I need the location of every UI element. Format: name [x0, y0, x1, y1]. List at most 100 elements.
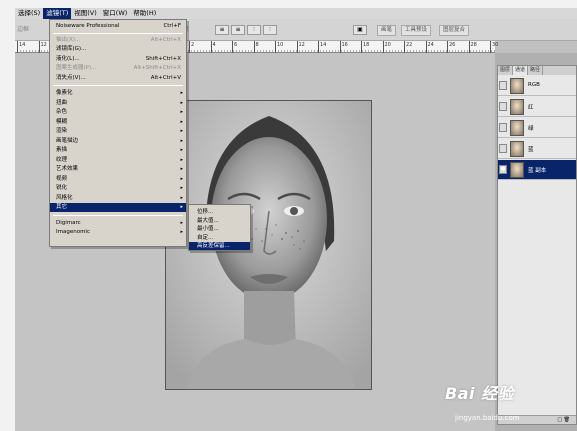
- menu-window[interactable]: 窗口(W): [100, 8, 131, 19]
- channel-thumbnail: [510, 120, 524, 136]
- menu-item-label: 纹理: [56, 156, 68, 163]
- menu-item-filter-category[interactable]: 视频 ▸: [50, 175, 186, 184]
- ruler-major-tick: [38, 41, 40, 53]
- menu-item-filter-category[interactable]: 渲染 ▸: [50, 127, 186, 136]
- distribute-h-icon[interactable]: ⫶: [263, 25, 277, 35]
- new-channel-icon[interactable]: □: [557, 417, 562, 423]
- channel-row[interactable]: ● 蓝 副本: [498, 160, 576, 180]
- channel-row[interactable]: RGB: [498, 76, 576, 96]
- ruler-major-tick: [253, 41, 255, 53]
- menu-item-filter-category[interactable]: 其它 ▸: [50, 203, 186, 212]
- submenu-arrow-icon: ▸: [180, 137, 183, 144]
- submenu-arrow-icon: ▸: [180, 99, 183, 106]
- palette-dock: 图层 通道 路径 RGB 红绿蓝 ● 蓝 副本 □ 🗑: [495, 53, 577, 431]
- tab-channels[interactable]: 通道: [513, 66, 529, 75]
- menu-item-filter-category[interactable]: 画笔描边 ▸: [50, 137, 186, 146]
- menu-item-filter-top[interactable]: 液化(L)... Shift+Ctrl+X: [50, 55, 186, 64]
- menu-select[interactable]: 选择(S): [15, 8, 43, 19]
- menu-item-other[interactable]: 自定...: [189, 234, 250, 242]
- channel-thumbnail: [510, 141, 524, 157]
- watermark-url: jingyan.baidu.com: [455, 414, 520, 422]
- menu-item-filter-category[interactable]: 风格化 ▸: [50, 194, 186, 203]
- visibility-eye-icon[interactable]: [499, 123, 507, 132]
- menu-filter[interactable]: 滤镜(T): [43, 8, 72, 19]
- menu-item-label: Digimarc: [56, 219, 81, 226]
- menu-view[interactable]: 视图(V): [71, 8, 100, 19]
- distribute-icon[interactable]: ⫶: [247, 25, 261, 35]
- channels-panel-tabs: 图层 通道 路径: [498, 66, 576, 75]
- ruler-major-tick: [296, 41, 298, 53]
- palette-tab-layer-comps[interactable]: 图层复合: [439, 25, 470, 36]
- menu-item-label: 最大值...: [197, 217, 219, 224]
- menu-item-shortcut: Ctrl+F: [163, 23, 181, 29]
- menu-help[interactable]: 帮助(H): [130, 8, 159, 19]
- channel-name: RGB: [528, 82, 540, 88]
- visibility-eye-icon[interactable]: [499, 144, 507, 153]
- channels-panel: 图层 通道 路径 RGB 红绿蓝 ● 蓝 副本 □ 🗑: [497, 65, 577, 425]
- photoshop-window: 选择(S) 滤镜(T) 视图(V) 窗口(W) 帮助(H) 边框 宽度 ≡ ≡ …: [15, 8, 577, 431]
- submenu-arrow-icon: ▸: [180, 109, 183, 115]
- ruler-major-tick: [189, 41, 190, 53]
- submenu-arrow-icon: ▸: [180, 194, 183, 201]
- menu-item-other[interactable]: 位移...: [189, 208, 250, 216]
- delete-channel-icon[interactable]: 🗑: [564, 417, 570, 423]
- channel-row[interactable]: 蓝: [498, 139, 576, 159]
- ruler-tick-label: 26: [449, 42, 456, 48]
- menu-item-plugin[interactable]: Digimarc ▸: [50, 219, 186, 228]
- align-left-icon[interactable]: ≡: [215, 25, 229, 35]
- menu-item-filter-top[interactable]: 消失点(V)... Alt+Ctrl+V: [50, 74, 186, 83]
- menu-item-label: 滤镜库(G)...: [56, 46, 87, 52]
- channel-name: 红: [528, 105, 534, 111]
- menu-item-other[interactable]: 最小值...: [189, 225, 250, 233]
- palette-tab-tool-presets[interactable]: 工具预设: [401, 25, 432, 36]
- align-center-icon[interactable]: ≡: [231, 25, 245, 35]
- tab-layers[interactable]: 图层: [498, 66, 514, 75]
- menu-item-other[interactable]: 最大值...: [189, 217, 250, 225]
- submenu-arrow-icon: ▸: [180, 166, 183, 172]
- ruler-tick-label: 22: [406, 42, 413, 48]
- ruler-major-tick: [404, 41, 405, 53]
- channel-row[interactable]: 红: [498, 97, 576, 117]
- ruler-tick-label: 16: [341, 42, 348, 48]
- menu-item-filter-top[interactable]: 抽出(X)... Alt+Ctrl+X: [50, 36, 186, 45]
- ruler-major-tick: [232, 41, 233, 53]
- menu-separator: [53, 214, 183, 216]
- menu-item-filter-category[interactable]: 像素化 ▸: [50, 89, 186, 98]
- ruler-major-tick: [361, 41, 362, 53]
- menu-item-filter-category[interactable]: 素描 ▸: [50, 146, 186, 155]
- palette-tab-brushes[interactable]: 画笔: [377, 25, 397, 36]
- menu-item-filter-category[interactable]: 锐化 ▸: [50, 184, 186, 193]
- menu-item-label: 液化(L)...: [56, 55, 80, 62]
- menu-item-filter-top[interactable]: Noiseware Professional Ctrl+F: [50, 22, 186, 31]
- menu-item-label: 抽出(X)...: [56, 36, 81, 43]
- visibility-eye-icon[interactable]: [499, 81, 507, 90]
- submenu-arrow-icon: ▸: [180, 90, 183, 96]
- tab-paths[interactable]: 路径: [528, 66, 544, 75]
- menu-item-filter-top[interactable]: 滤镜库(G)...: [50, 45, 186, 54]
- ruler-major-tick: [318, 41, 319, 53]
- channel-thumbnail: [510, 162, 524, 178]
- menu-item-high-pass[interactable]: 高反差保留...: [189, 242, 250, 250]
- menu-item-label: Imagenomic: [56, 229, 90, 235]
- menu-item-filter-category[interactable]: 模糊 ▸: [50, 118, 186, 127]
- channel-row[interactable]: 绿: [498, 118, 576, 138]
- ruler-tick-label: 14: [19, 42, 26, 48]
- submenu-arrow-icon: ▸: [180, 118, 183, 125]
- options-left-label: 边框: [17, 26, 30, 33]
- ruler-major-tick: [339, 41, 341, 53]
- menu-item-filter-category[interactable]: 扭曲 ▸: [50, 99, 186, 108]
- menu-item-filter-category[interactable]: 纹理 ▸: [50, 156, 186, 165]
- visibility-eye-icon[interactable]: [499, 102, 507, 111]
- workspace-icon[interactable]: ▣: [353, 25, 367, 35]
- menu-item-plugin[interactable]: Imagenomic ▸: [50, 228, 186, 237]
- ruler-major-tick: [275, 41, 276, 53]
- menu-item-filter-category[interactable]: 艺术效果 ▸: [50, 165, 186, 174]
- submenu-arrow-icon: ▸: [180, 185, 183, 191]
- menu-item-filter-top[interactable]: 图案生成器(P)... Alt+Shift+Ctrl+X: [50, 64, 186, 73]
- menu-item-label: 最小值...: [197, 226, 219, 232]
- menu-item-filter-category[interactable]: 杂色 ▸: [50, 108, 186, 117]
- menu-item-label: 像素化: [56, 90, 73, 96]
- visibility-eye-icon[interactable]: ●: [499, 165, 507, 174]
- ruler-tick-label: 2: [191, 42, 195, 48]
- submenu-arrow-icon: ▸: [180, 128, 183, 134]
